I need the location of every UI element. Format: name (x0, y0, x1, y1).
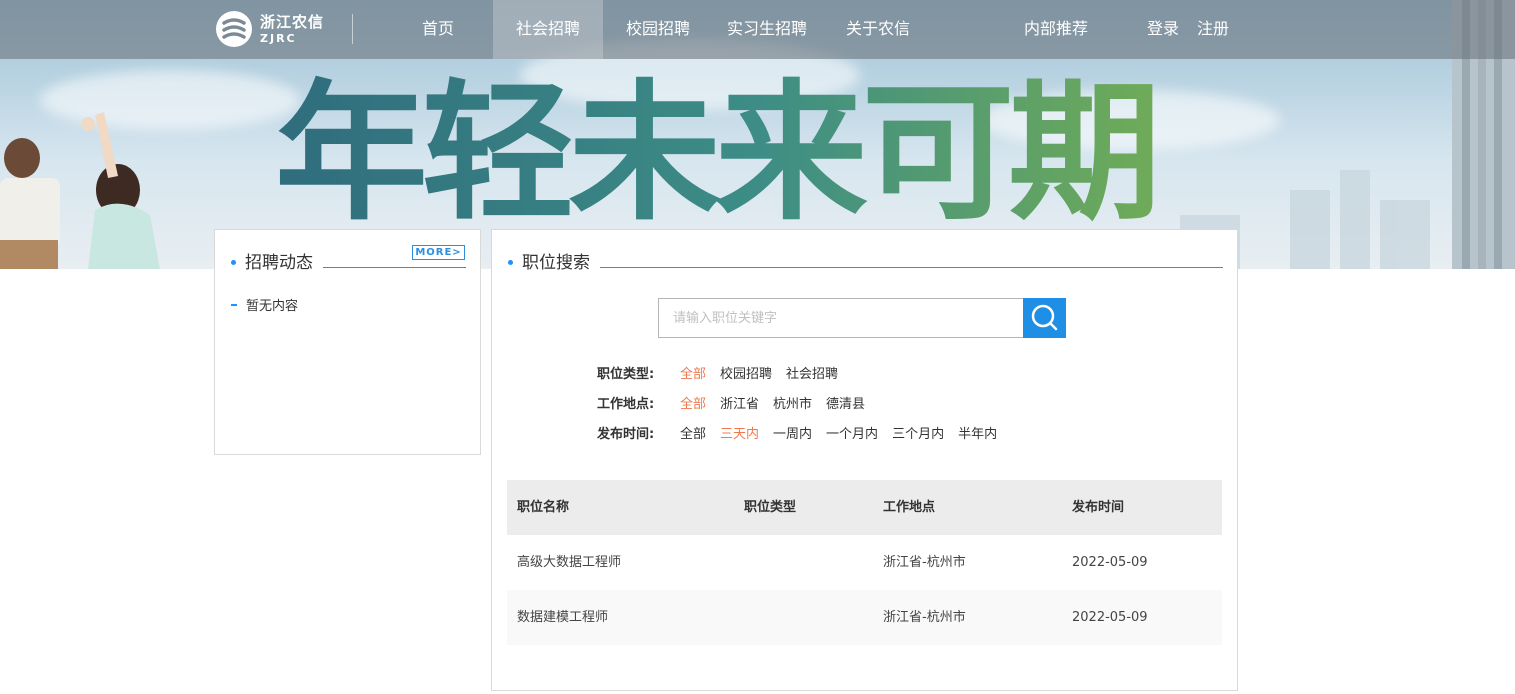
filter-option[interactable]: 全部 (680, 363, 706, 382)
filter-label: 发布时间: (597, 426, 655, 442)
nav-item-campus-recruitment[interactable]: 校园招聘 (617, 0, 699, 59)
filter-option[interactable]: 半年内 (958, 423, 997, 442)
filter-option[interactable]: 三天内 (720, 423, 759, 442)
login-link[interactable]: 登录 (1143, 0, 1183, 59)
nav-item-social-recruitment[interactable]: 社会招聘 (493, 0, 603, 59)
filter-option[interactable]: 杭州市 (773, 393, 812, 412)
section-bullet-icon (508, 260, 513, 265)
brand-logo[interactable]: 浙江农信 ZJRC (216, 10, 326, 48)
recruitment-news-panel: 招聘动态 MORE> 暂无内容 (214, 229, 481, 455)
job-location: 浙江省-杭州市 (883, 555, 966, 570)
logo-mark-icon (216, 11, 252, 47)
news-empty-item: 暂无内容 (231, 295, 298, 314)
nav-divider (352, 14, 353, 44)
nav-item-internal-referral[interactable]: 内部推荐 (1018, 0, 1094, 59)
register-link[interactable]: 注册 (1193, 0, 1233, 59)
job-keyword-input[interactable] (658, 298, 1024, 338)
table-header: 职位名称 职位类型 工作地点 发布时间 (507, 480, 1222, 535)
news-section-title: 招聘动态 (245, 253, 313, 273)
filter-option[interactable]: 三个月内 (892, 423, 944, 442)
nav-item-intern-recruitment[interactable]: 实习生招聘 (721, 0, 813, 59)
column-header: 职位类型 (744, 500, 797, 515)
filter-label: 工作地点: (597, 396, 655, 412)
table-row[interactable]: 高级大数据工程师 浙江省-杭州市 2022-05-09 (507, 535, 1222, 590)
job-table: 职位名称 职位类型 工作地点 发布时间 高级大数据工程师 浙江省-杭州市 202… (507, 480, 1222, 645)
job-name[interactable]: 高级大数据工程师 (517, 535, 621, 590)
search-section-title: 职位搜索 (522, 253, 590, 273)
filter-work-location: 工作地点: 全部 浙江省 杭州市 德清县 (597, 392, 879, 412)
column-header: 职位名称 (517, 500, 570, 515)
filter-option[interactable]: 一周内 (773, 423, 812, 442)
filter-option[interactable]: 社会招聘 (786, 363, 838, 382)
brand-name-en: ZJRC (260, 31, 297, 45)
search-button[interactable] (1023, 298, 1066, 338)
brand-name-cn: 浙江农信 (260, 12, 325, 31)
section-divider (600, 267, 1223, 268)
job-search-panel: 职位搜索 职位类型: 全部 校园招聘 社会招聘 工作地点: 全部 浙江省 杭州市… (491, 229, 1238, 691)
section-divider (323, 267, 466, 268)
list-dash-icon (231, 303, 237, 306)
news-empty-text: 暂无内容 (246, 299, 299, 314)
job-date: 2022-05-09 (1072, 555, 1148, 570)
column-header: 工作地点 (883, 500, 936, 515)
job-name[interactable]: 数据建模工程师 (517, 590, 608, 645)
nav-item-about[interactable]: 关于农信 (838, 0, 918, 59)
hero-slogan: 年轻未来可期 (275, 65, 1155, 241)
table-row[interactable]: 数据建模工程师 浙江省-杭州市 2022-05-09 (507, 590, 1222, 645)
filter-option[interactable]: 一个月内 (826, 423, 878, 442)
job-date: 2022-05-09 (1072, 610, 1148, 625)
filter-label: 职位类型: (597, 366, 655, 382)
filter-publish-time: 发布时间: 全部 三天内 一周内 一个月内 三个月内 半年内 (597, 422, 1011, 442)
filter-option[interactable]: 校园招聘 (720, 363, 772, 382)
filter-option[interactable]: 浙江省 (720, 393, 759, 412)
filter-option[interactable]: 全部 (680, 423, 706, 442)
filter-option[interactable]: 全部 (680, 393, 706, 412)
search-icon (1031, 304, 1058, 331)
filter-option[interactable]: 德清县 (826, 393, 865, 412)
section-bullet-icon (231, 260, 236, 265)
column-header: 发布时间 (1072, 500, 1125, 515)
nav-item-home[interactable]: 首页 (408, 0, 468, 59)
job-location: 浙江省-杭州市 (883, 610, 966, 625)
more-button[interactable]: MORE> (412, 245, 465, 260)
top-navigation: 浙江农信 ZJRC 首页 社会招聘 校园招聘 实习生招聘 关于农信 内部推荐 登… (0, 0, 1515, 59)
filter-job-type: 职位类型: 全部 校园招聘 社会招聘 (597, 362, 852, 382)
